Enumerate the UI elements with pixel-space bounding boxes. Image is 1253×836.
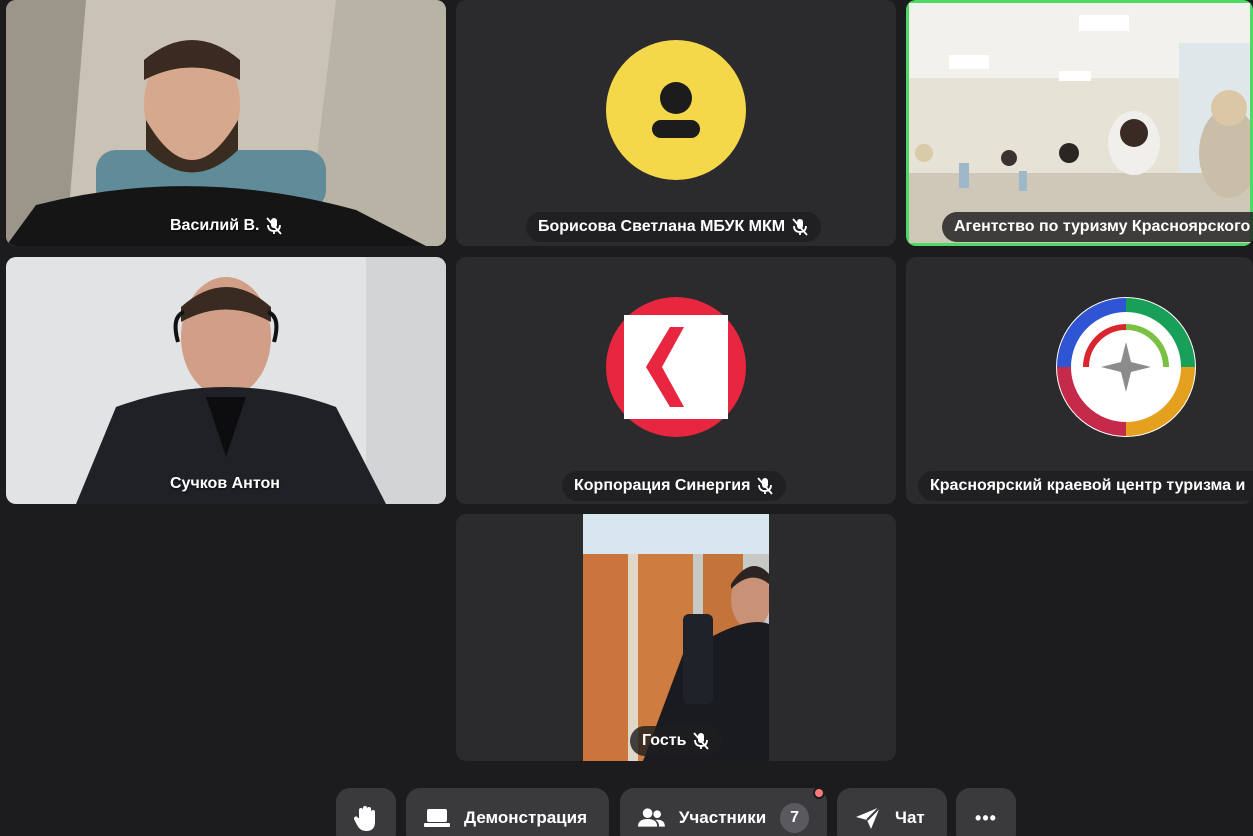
participant-tile[interactable]: Василий В.: [6, 0, 446, 246]
participant-name: Василий В.: [170, 217, 260, 234]
tourism-center-logo: [1056, 297, 1196, 437]
participant-name: Агентство по туризму Красноярского: [954, 218, 1251, 235]
screen-share-button[interactable]: Демонстрация: [406, 788, 609, 836]
participant-name: Корпорация Синергия: [574, 477, 751, 494]
participants-label: Участники: [678, 808, 767, 827]
participant-tile[interactable]: Красноярский краевой центр туризма и: [906, 257, 1253, 504]
screen-share-label: Демонстрация: [464, 808, 587, 827]
participant-tile-active-speaker[interactable]: Агентство по туризму Красноярского: [906, 0, 1253, 246]
participant-tile[interactable]: Корпорация Синергия: [456, 257, 896, 504]
people-icon: [638, 808, 665, 827]
participant-name: Гость: [642, 732, 687, 749]
participant-name: Красноярский краевой центр туризма и: [930, 477, 1246, 494]
mic-off-icon: [693, 732, 710, 750]
raise-hand-button[interactable]: [336, 788, 396, 836]
send-icon: [856, 806, 881, 829]
mic-off-icon: [266, 217, 283, 235]
laptop-icon: [424, 809, 450, 827]
participant-video: [6, 0, 446, 246]
avatar: [606, 40, 746, 180]
participant-tile[interactable]: Борисова Светлана МБУК МКМ: [456, 0, 896, 246]
participants-count-badge: 7: [780, 803, 809, 833]
participant-name: Борисова Светлана МБУК МКМ: [538, 218, 786, 235]
mic-off-icon: [792, 218, 808, 236]
participant-video: [6, 257, 446, 504]
participant-tile[interactable]: Гость: [456, 514, 896, 761]
chat-button[interactable]: Чат: [837, 788, 947, 836]
notification-dot: [813, 787, 825, 799]
participants-button[interactable]: Участники 7: [620, 788, 827, 836]
chat-label: Чат: [895, 808, 925, 827]
synergy-logo: [606, 297, 746, 437]
hand-icon: [353, 806, 375, 831]
participant-name: Сучков Антон: [170, 475, 280, 492]
more-button[interactable]: •••: [956, 788, 1016, 836]
participant-video: [909, 3, 1250, 243]
participant-tile[interactable]: Сучков Антон: [6, 257, 446, 504]
more-icon: •••: [975, 807, 997, 828]
participant-video: [583, 514, 769, 761]
user-icon: [652, 82, 700, 138]
mic-off-icon: [757, 477, 774, 495]
